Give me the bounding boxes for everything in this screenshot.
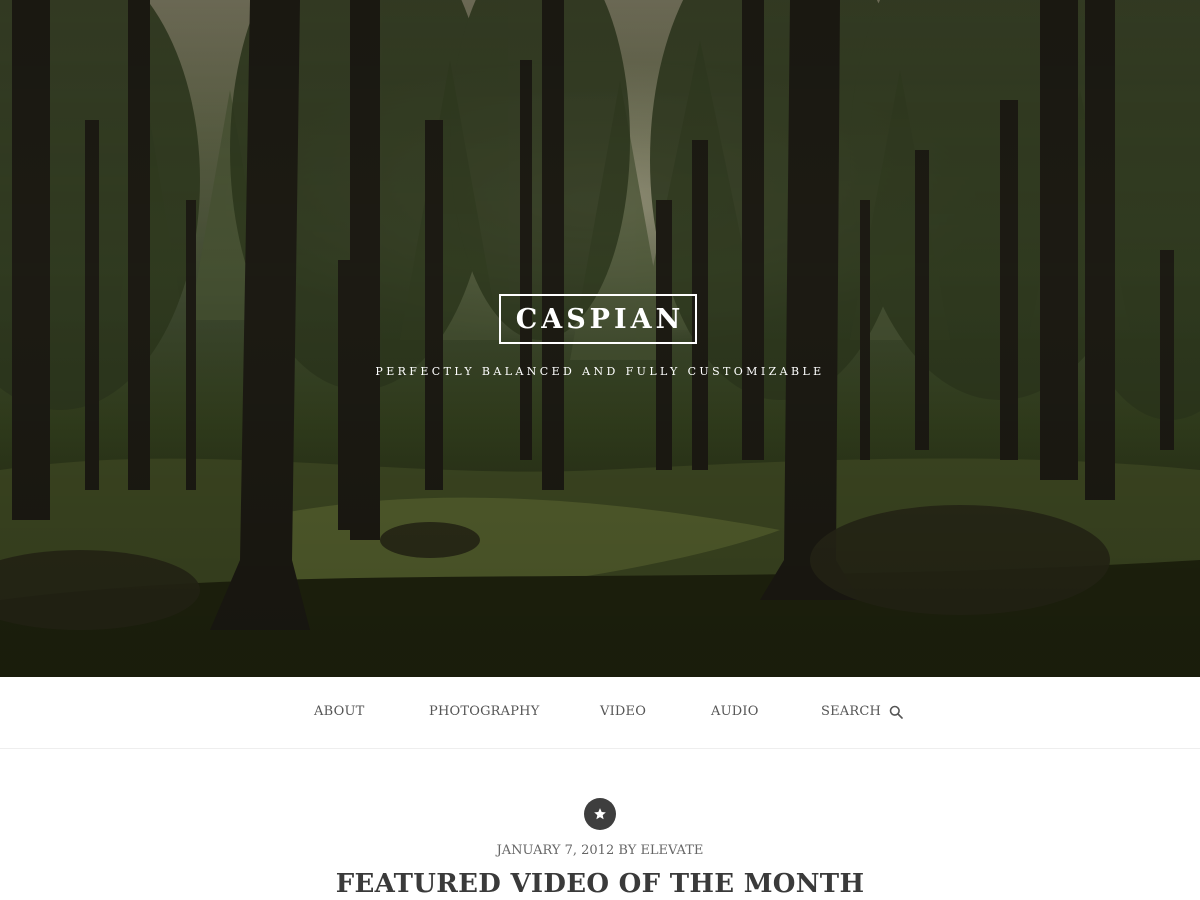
site-title: CASPIAN [515, 303, 685, 335]
search-icon [889, 705, 903, 719]
post-title[interactable]: FEATURED VIDEO OF THE MONTH [0, 869, 1200, 899]
star-icon [594, 808, 606, 820]
main-navigation: ABOUT PHOTOGRAPHY VIDEO AUDIO SEARCH [0, 677, 1200, 749]
nav-search-label: SEARCH [821, 704, 882, 719]
nav-item-about[interactable]: ABOUT [314, 704, 364, 719]
nav-item-audio[interactable]: AUDIO [711, 704, 759, 719]
post-author-link[interactable]: ELEVATE [640, 843, 703, 858]
nav-search-toggle[interactable]: SEARCH [821, 704, 903, 719]
featured-post-badge [584, 798, 616, 830]
featured-post: JANUARY 7, 2012 BY ELEVATE FEATURED VIDE… [0, 749, 1200, 900]
nav-item-video[interactable]: VIDEO [600, 704, 646, 719]
hero-header: CASPIAN PERFECTLY BALANCED AND FULLY CUS… [0, 0, 1200, 677]
site-tagline: PERFECTLY BALANCED AND FULLY CUSTOMIZABL… [375, 365, 825, 378]
post-by-label: BY [618, 843, 637, 858]
site-logo-link[interactable]: CASPIAN [499, 294, 697, 344]
post-meta: JANUARY 7, 2012 BY ELEVATE [0, 843, 1200, 858]
nav-item-photography[interactable]: PHOTOGRAPHY [429, 704, 540, 719]
post-date-link[interactable]: JANUARY 7, 2012 [497, 843, 615, 858]
